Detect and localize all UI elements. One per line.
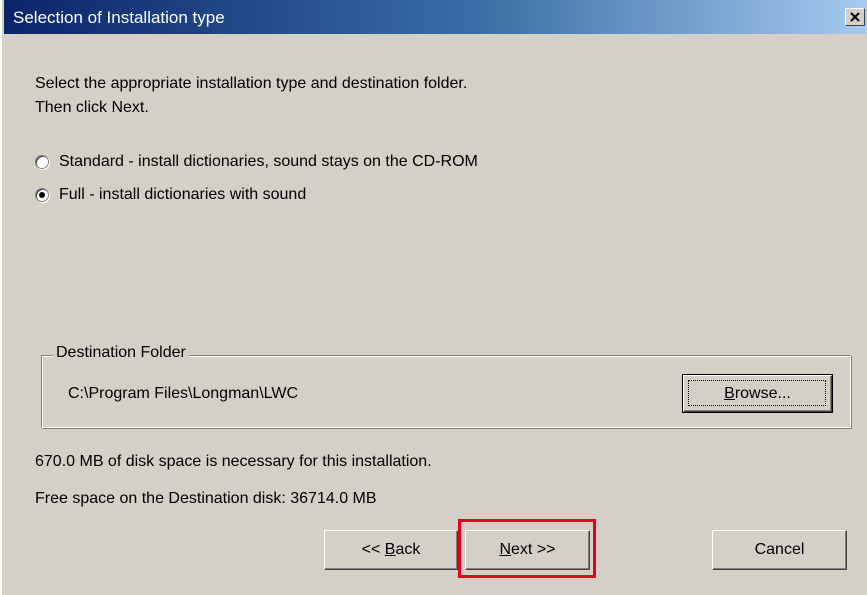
radio-full-label[interactable]: Full - install dictionaries with sound xyxy=(59,186,306,204)
radio-full-button[interactable] xyxy=(35,188,49,202)
next-button[interactable]: Next >> xyxy=(465,530,590,570)
close-button[interactable] xyxy=(845,8,865,26)
back-mnemonic: B xyxy=(384,541,396,558)
installer-dialog: Selection of Installation type Select th… xyxy=(0,0,867,595)
close-icon xyxy=(850,12,860,22)
radio-standard-label[interactable]: Standard - install dictionaries, sound s… xyxy=(59,153,478,171)
next-mnemonic: N xyxy=(499,541,512,558)
cancel-button-label: Cancel xyxy=(754,541,805,558)
free-disk-space: Free space on the Destination disk: 3671… xyxy=(35,490,377,507)
browse-button[interactable]: Browse... xyxy=(682,374,833,413)
radio-selected-dot xyxy=(39,192,45,198)
next-button-label: Next >> xyxy=(499,541,555,559)
radio-full[interactable]: Full - install dictionaries with sound xyxy=(35,184,306,206)
back-prefix: << xyxy=(361,541,385,558)
cancel-button[interactable]: Cancel xyxy=(712,530,847,570)
focus-rectangle xyxy=(688,380,826,406)
radio-standard-button[interactable] xyxy=(35,155,49,169)
back-button-label: << Back xyxy=(362,541,421,559)
instruction-line-2: Then click Next. xyxy=(35,99,149,116)
disk-space-required: 670.0 MB of disk space is necessary for … xyxy=(35,453,432,470)
window-title: Selection of Installation type xyxy=(13,8,225,27)
title-bar[interactable]: Selection of Installation type xyxy=(4,0,867,34)
next-rest: ext >> xyxy=(511,541,556,558)
destination-path: C:\Program Files\Longman\LWC xyxy=(68,385,298,402)
back-button[interactable]: << Back xyxy=(324,530,458,570)
back-rest: ack xyxy=(395,541,421,558)
destination-folder-legend: Destination Folder xyxy=(53,344,189,362)
radio-standard[interactable]: Standard - install dictionaries, sound s… xyxy=(35,151,478,173)
instruction-line-1: Select the appropriate installation type… xyxy=(35,75,468,92)
